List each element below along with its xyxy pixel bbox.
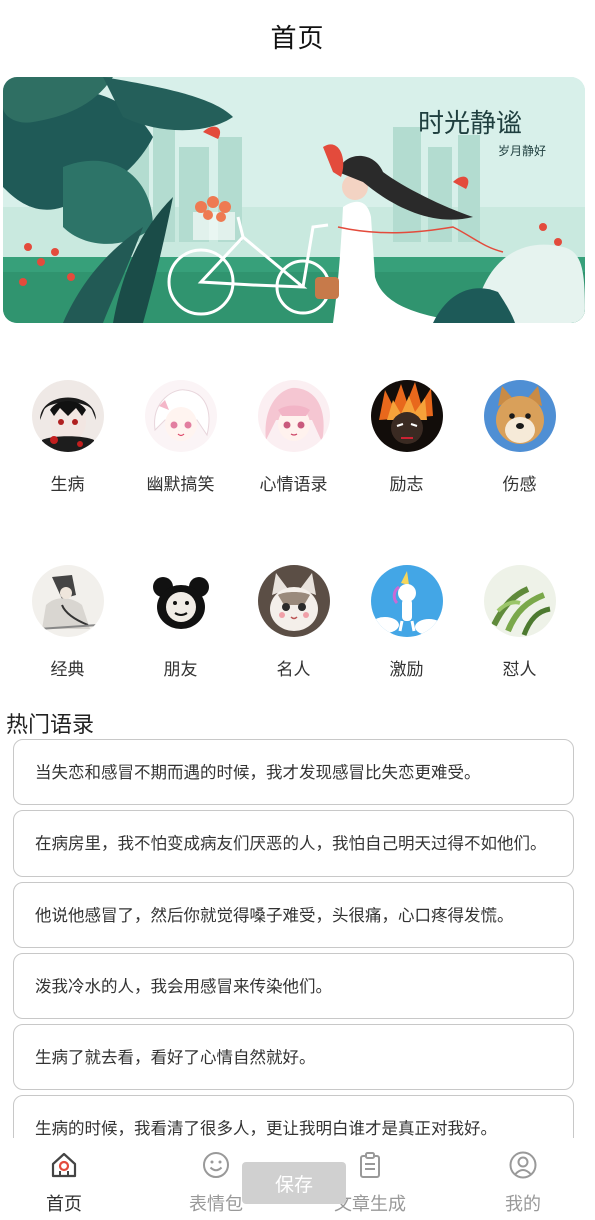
- pink-hair-girl-avatar: [257, 380, 330, 452]
- quote-text: 生病的时候，我看清了很多人，更让我明白谁才是真正对我好。: [35, 1118, 497, 1138]
- quote-text: 在病房里，我不怕变成病友们厌恶的人，我怕自己明天过得不如他们。: [35, 834, 547, 853]
- user-icon: [509, 1151, 537, 1179]
- panda-meme-avatar: [144, 565, 217, 637]
- category-label: 朋友: [163, 660, 198, 680]
- section-title-hot: 热门语录: [6, 713, 95, 738]
- category-label: 生病: [50, 475, 85, 495]
- category-classic[interactable]: 经典: [11, 565, 124, 680]
- flame-hair-avatar: [370, 380, 443, 452]
- dark-hair-boy-avatar: [31, 380, 104, 452]
- quote-list[interactable]: 当失恋和感冒不期而遇的时候，我才发现感冒比失恋更难受。 在病房里，我不怕变成病友…: [13, 739, 574, 1139]
- category-label: 伤感: [502, 475, 537, 495]
- shiba-dog-avatar: [483, 380, 556, 452]
- category-humor[interactable]: 幽默搞笑: [124, 380, 237, 495]
- unicorn-avatar: [370, 565, 443, 637]
- tab-label: 表情包: [189, 1194, 243, 1215]
- home-icon: [51, 1152, 77, 1178]
- quote-text: 当失恋和感冒不期而遇的时候，我才发现感冒比失恋更难受。: [35, 762, 481, 782]
- quote-card[interactable]: 在病房里，我不怕变成病友们厌恶的人，我怕自己明天过得不如他们。: [13, 810, 574, 877]
- tab-label: 我的: [505, 1194, 541, 1215]
- banner-image[interactable]: 时光静谧 岁月静好: [3, 77, 585, 323]
- category-mood[interactable]: 心情语录: [237, 380, 350, 495]
- quote-text: 生病了就去看，看好了心情自然就好。: [35, 1047, 316, 1067]
- green-leaves-avatar: [483, 565, 556, 637]
- save-button[interactable]: 保存: [242, 1162, 346, 1204]
- category-label: 名人: [276, 660, 311, 680]
- category-label: 心情语录: [259, 475, 328, 495]
- category-label: 怼人: [502, 660, 537, 680]
- category-label: 经典: [50, 660, 85, 680]
- quote-card[interactable]: 当失恋和感冒不期而遇的时候，我才发现感冒比失恋更难受。: [13, 739, 574, 805]
- banner-title: 时光静谧: [418, 109, 522, 139]
- cat-avatar: [257, 565, 330, 637]
- page-title: 首页: [270, 23, 325, 54]
- category-inspire[interactable]: 励志: [350, 380, 463, 495]
- category-label: 励志: [389, 475, 424, 495]
- category-friend[interactable]: 朋友: [124, 565, 237, 680]
- quote-card[interactable]: 生病的时候，我看清了很多人，更让我明白谁才是真正对我好。: [13, 1095, 574, 1139]
- category-sad[interactable]: 伤感: [463, 380, 576, 495]
- category-sick[interactable]: 生病: [11, 380, 124, 495]
- category-roast[interactable]: 怼人: [463, 565, 576, 680]
- white-hair-girl-avatar: [144, 380, 217, 452]
- header: 首页: [0, 0, 595, 72]
- tab-home[interactable]: 首页: [0, 1138, 138, 1220]
- category-row: 经典 朋友 名人 激励 怼人: [0, 565, 595, 695]
- quote-text: 他说他感冒了，然后你就觉得嗓子难受，头很痛，心口疼得发慌。: [35, 905, 514, 925]
- tab-label: 首页: [46, 1194, 82, 1215]
- quote-text: 泼我冷水的人，我会用感冒来传染他们。: [35, 976, 332, 996]
- quote-card[interactable]: 生病了就去看，看好了心情自然就好。: [13, 1024, 574, 1090]
- banner-subtitle: 岁月静好: [498, 143, 546, 158]
- category-label: 幽默搞笑: [146, 475, 215, 495]
- category-label: 激励: [389, 660, 424, 680]
- ink-painting-avatar: [31, 565, 104, 637]
- category-row: 生病 幽默搞笑 心情语录 励志 伤感: [0, 380, 595, 510]
- category-celebrity[interactable]: 名人: [237, 565, 350, 680]
- clipboard-icon: [360, 1152, 380, 1178]
- quote-card[interactable]: 泼我冷水的人，我会用感冒来传染他们。: [13, 953, 574, 1019]
- quote-card[interactable]: 他说他感冒了，然后你就觉得嗓子难受，头很痛，心口疼得发慌。: [13, 882, 574, 948]
- tab-mine[interactable]: 我的: [449, 1138, 595, 1220]
- smile-icon: [203, 1152, 229, 1178]
- category-motivate[interactable]: 激励: [350, 565, 463, 680]
